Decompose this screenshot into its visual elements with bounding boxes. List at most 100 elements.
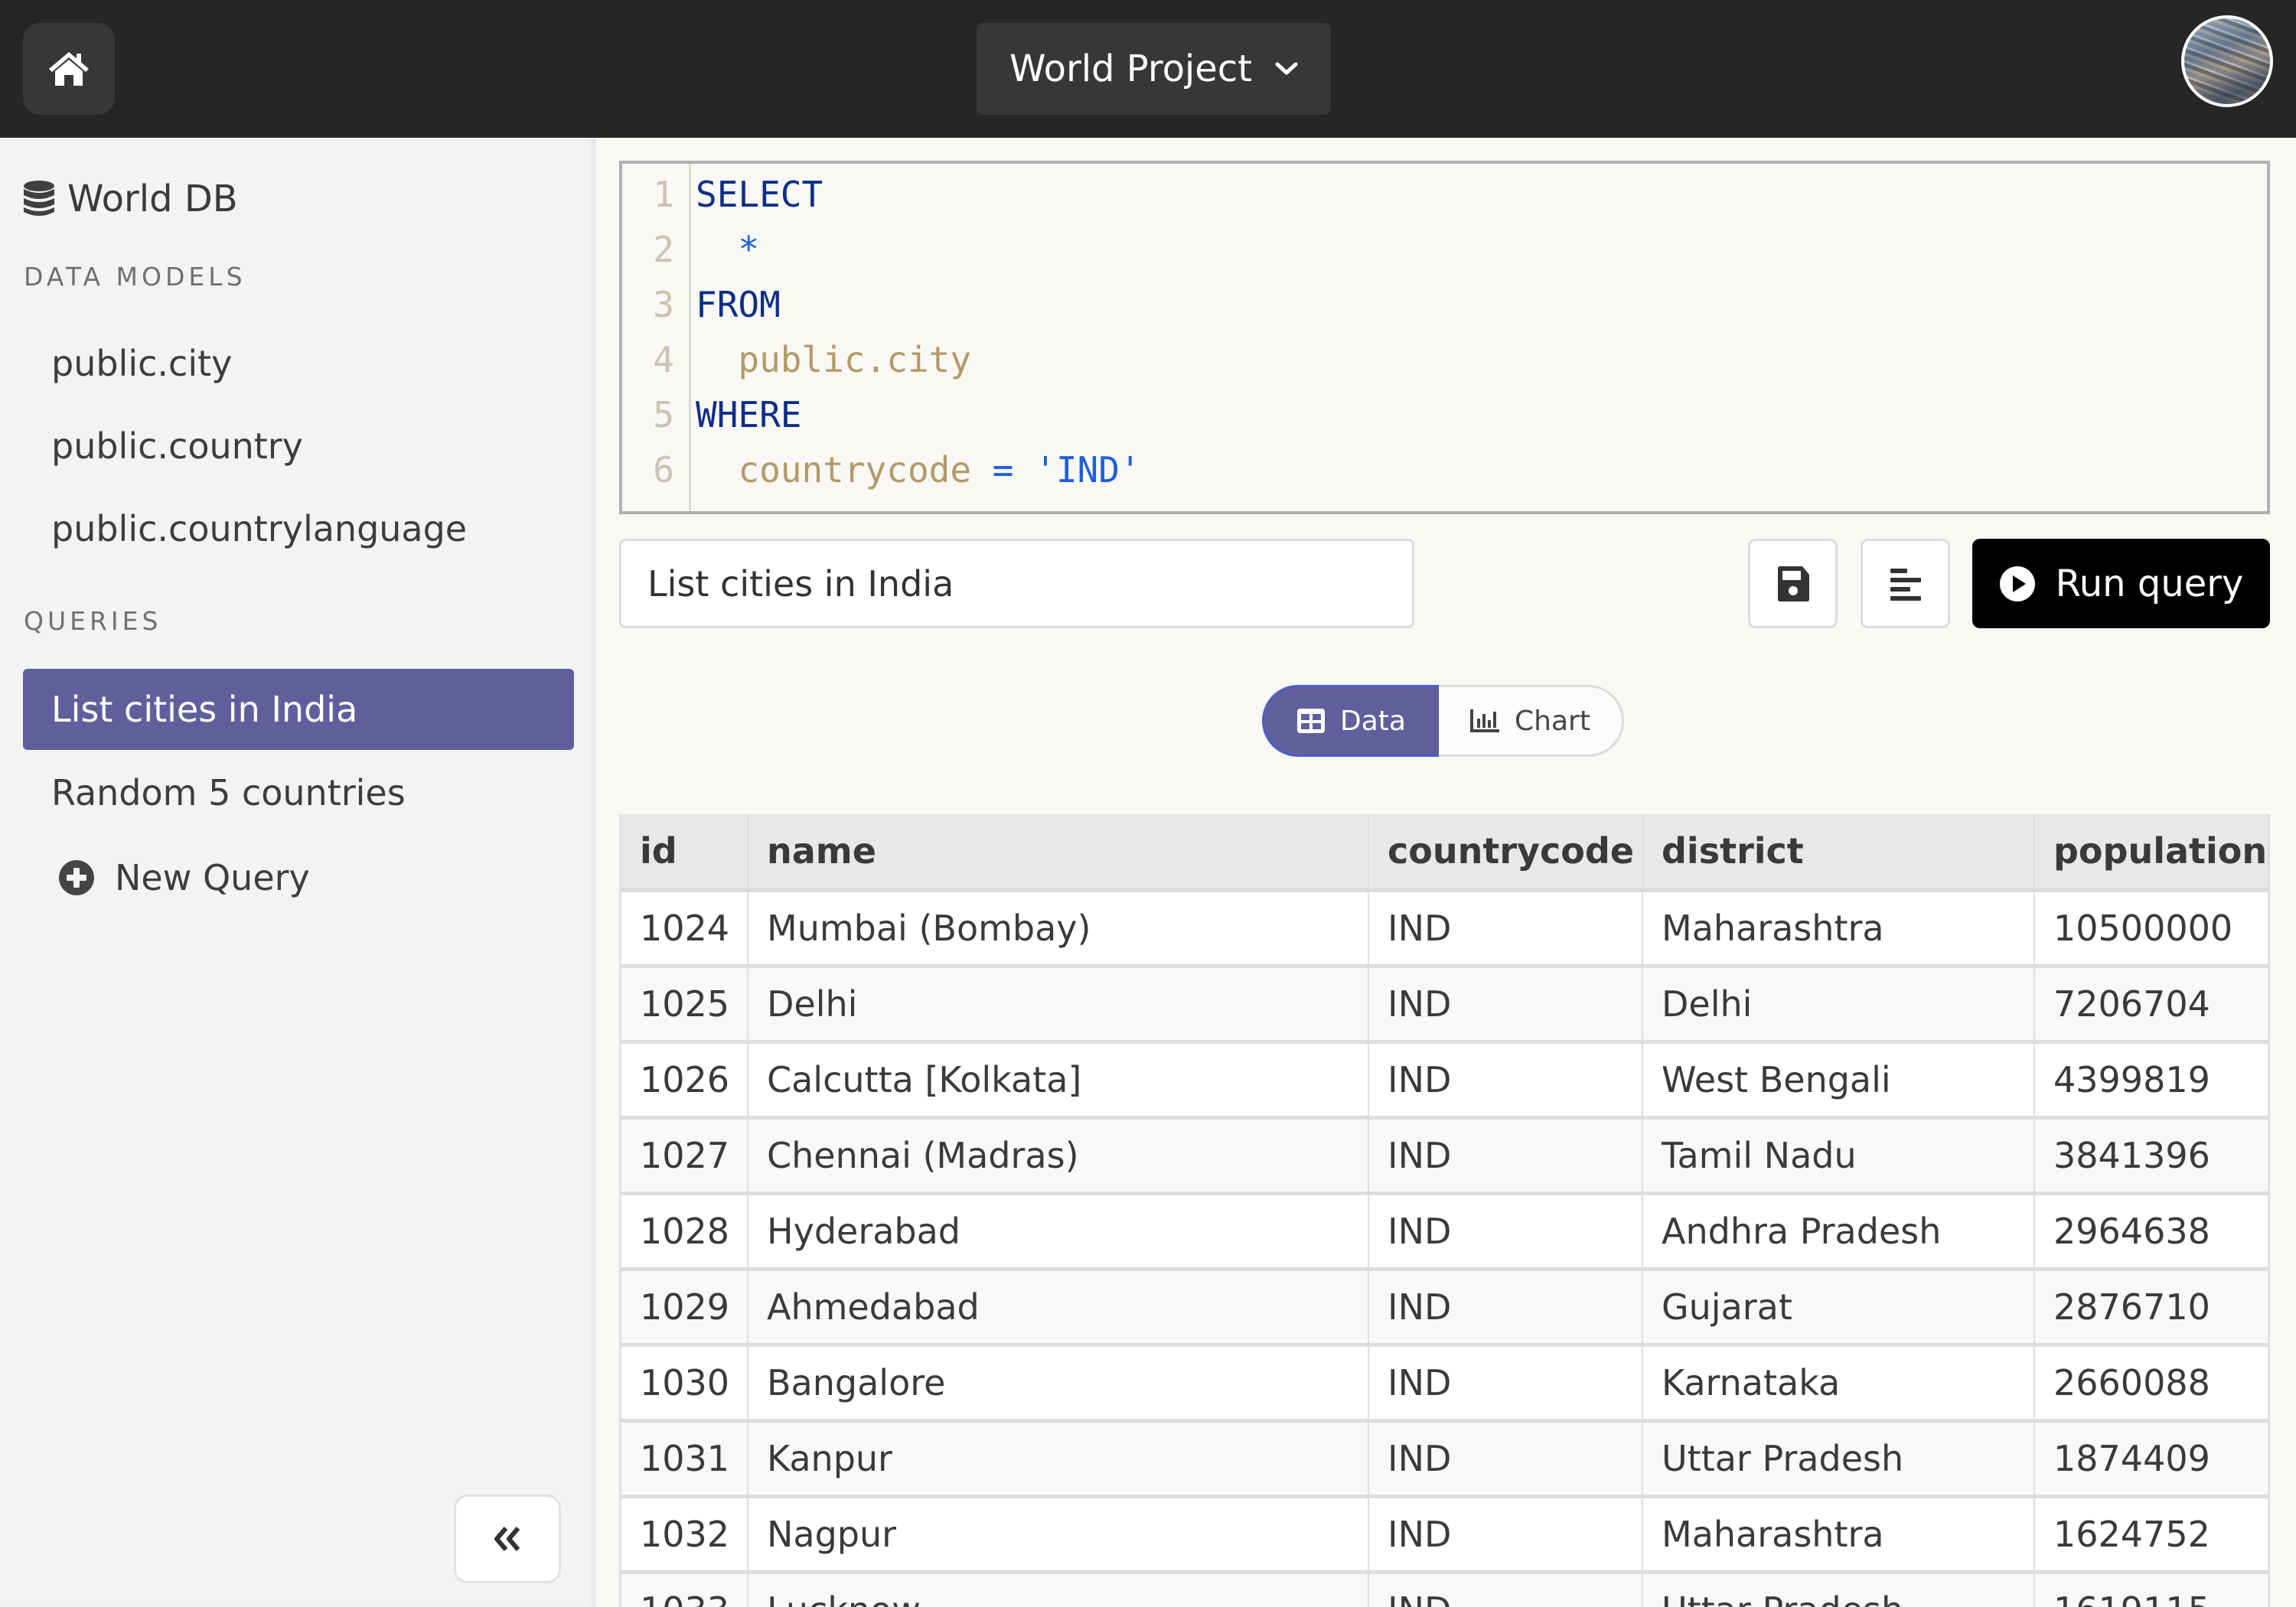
results-table: id name countrycode district population … [621, 814, 2268, 1607]
format-query-button[interactable] [1861, 539, 1950, 628]
table-row[interactable]: 1028 Hyderabad IND Andhra Pradesh 2964638 [621, 1193, 2268, 1271]
table-row[interactable]: 1031 Kanpur IND Uttar Pradesh 1874409 [621, 1420, 2268, 1498]
cell-population: 4399819 [2034, 1041, 2268, 1120]
cell-name: Chennai (Madras) [748, 1117, 1369, 1195]
results-table-container[interactable]: id name countrycode district population … [619, 814, 2270, 1607]
cell-id: 1032 [621, 1496, 748, 1574]
query-item-active[interactable]: List cities in India [23, 669, 574, 750]
sidebar: World DB DATA MODELS public.city public.… [0, 138, 595, 1607]
sql-whitespace [696, 339, 738, 380]
cell-countrycode: IND [1368, 1117, 1643, 1195]
table-row[interactable]: 1027 Chennai (Madras) IND Tamil Nadu 3841396 [621, 1117, 2268, 1195]
cell-name: Bangalore [748, 1345, 1369, 1423]
top-bar: World Project [0, 0, 2296, 138]
line-number: 2 [653, 229, 674, 270]
save-icon [1777, 566, 1809, 601]
database-icon [24, 181, 54, 216]
table-row[interactable]: 1024 Mumbai (Bombay) IND Maharashtra 1050000… [621, 890, 2268, 968]
code-line[interactable]: 1 SELECT [622, 167, 2267, 222]
collapse-sidebar-button[interactable] [454, 1495, 561, 1583]
cell-district: Gujarat [1642, 1269, 2035, 1347]
code-text: FROM [683, 284, 781, 325]
format-align-icon [1890, 568, 1921, 601]
plus-circle-icon [59, 860, 94, 895]
tab-data[interactable]: Data [1262, 685, 1439, 757]
code-line[interactable]: 6 countrycode = 'IND' [622, 442, 2267, 497]
sql-token-kw: SELECT [696, 174, 823, 215]
code-line[interactable]: 3 FROM [622, 277, 2267, 332]
tab-chart[interactable]: Chart [1439, 685, 1624, 757]
home-button[interactable] [23, 23, 115, 115]
cell-district: West Bengali [1642, 1041, 2035, 1120]
save-query-button[interactable] [1748, 539, 1838, 628]
code-text: public.city [683, 339, 971, 380]
table-row[interactable]: 1032 Nagpur IND Maharashtra 1624752 [621, 1496, 2268, 1574]
column-header-district[interactable]: district [1642, 814, 2035, 892]
cell-name: Calcutta [Kolkata] [748, 1041, 1369, 1120]
table-row[interactable]: 1030 Bangalore IND Karnataka 2660088 [621, 1345, 2268, 1423]
line-number: 3 [653, 284, 674, 325]
cell-countrycode: IND [1368, 1193, 1643, 1271]
data-model-item[interactable]: public.countrylanguage [51, 508, 467, 549]
queries-heading: QUERIES [24, 606, 162, 636]
cell-name: Hyderabad [748, 1193, 1369, 1271]
user-avatar[interactable] [2181, 15, 2273, 107]
cell-id: 1031 [621, 1420, 748, 1498]
sql-token-kw: FROM [696, 284, 781, 325]
code-text: countrycode = 'IND' [683, 449, 1141, 491]
sql-editor[interactable]: 1 SELECT 2 * 3 FROM 4 public.city 5 WHERE 6 coun… [619, 161, 2270, 514]
code-text: WHERE [683, 394, 801, 435]
cell-id: 1028 [621, 1193, 748, 1271]
sql-token-op: = [992, 449, 1014, 491]
cell-district: Uttar Pradesh [1642, 1420, 2035, 1498]
cell-countrycode: IND [1368, 1269, 1643, 1347]
cell-id: 1026 [621, 1041, 748, 1120]
database-name: World DB [67, 178, 238, 220]
query-item[interactable]: Random 5 countries [23, 752, 574, 833]
sql-whitespace [1013, 449, 1035, 491]
cell-population: 7206704 [2034, 966, 2268, 1044]
cell-population: 1619115 [2034, 1572, 2268, 1607]
data-model-item[interactable]: public.city [51, 343, 232, 384]
sql-token-str: 'IND' [1035, 449, 1141, 491]
sql-token-id: countrycode [738, 449, 972, 491]
cell-id: 1025 [621, 966, 748, 1044]
data-model-item[interactable]: public.country [51, 425, 303, 467]
column-header-name[interactable]: name [748, 814, 1369, 892]
table-row[interactable]: 1026 Calcutta [Kolkata] IND West Bengali 439… [621, 1041, 2268, 1120]
tab-chart-label: Chart [1515, 705, 1590, 737]
cell-population: 2876710 [2034, 1269, 2268, 1347]
cell-district: Tamil Nadu [1642, 1117, 2035, 1195]
cell-id: 1030 [621, 1345, 748, 1423]
code-line[interactable]: 4 public.city [622, 332, 2267, 387]
line-number: 4 [653, 339, 674, 380]
project-label: World Project [1009, 47, 1253, 90]
cell-population: 2964638 [2034, 1193, 2268, 1271]
project-selector[interactable]: World Project [977, 23, 1331, 115]
code-line[interactable]: 5 WHERE [622, 387, 2267, 442]
column-header-countrycode[interactable]: countrycode [1368, 814, 1643, 892]
sql-token-id: public.city [738, 339, 972, 380]
run-query-button[interactable]: Run query [1972, 539, 2270, 628]
code-text: SELECT [683, 174, 823, 215]
cell-id: 1027 [621, 1117, 748, 1195]
cell-name: Mumbai (Bombay) [748, 890, 1369, 968]
table-row[interactable]: 1029 Ahmedabad IND Gujarat 2876710 [621, 1269, 2268, 1347]
code-text: * [683, 229, 759, 270]
table-row[interactable]: 1033LucknowINDUttar Pradesh1619115 [621, 1572, 2268, 1607]
query-name-input[interactable] [619, 539, 1414, 628]
code-line[interactable]: 2 * [622, 222, 2267, 277]
new-query-button[interactable]: New Query [58, 857, 310, 898]
line-number: 6 [653, 449, 674, 491]
cell-countrycode: IND [1368, 1572, 1643, 1607]
cell-population: 1624752 [2034, 1496, 2268, 1574]
column-header-id[interactable]: id [621, 814, 748, 892]
table-icon [1297, 709, 1326, 733]
column-header-population[interactable]: population [2034, 814, 2268, 892]
cell-district: Maharashtra [1642, 1496, 2035, 1574]
tab-data-label: Data [1340, 705, 1406, 737]
cell-district: Maharashtra [1642, 890, 2035, 968]
table-row[interactable]: 1025 Delhi IND Delhi 7206704 [621, 966, 2268, 1044]
run-query-label: Run query [2055, 562, 2244, 605]
cell-population: 2660088 [2034, 1345, 2268, 1423]
